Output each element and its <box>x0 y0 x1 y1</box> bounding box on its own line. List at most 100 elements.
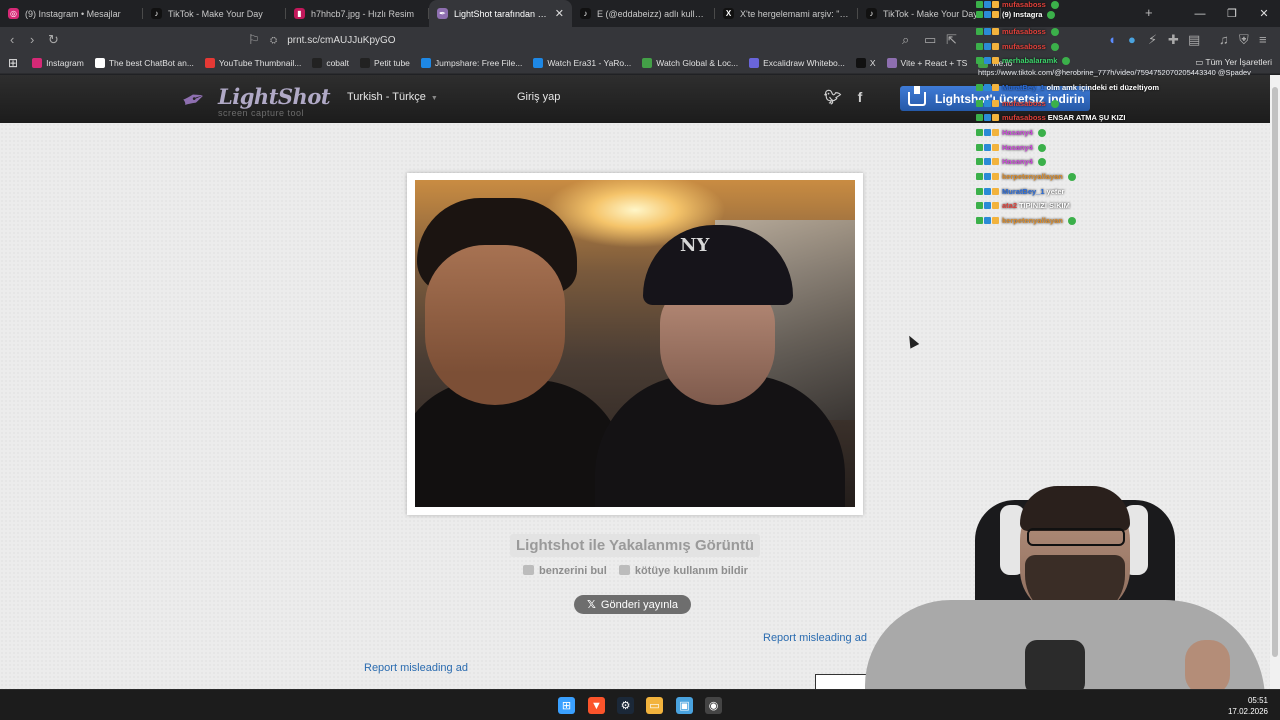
chat-badge-icon <box>976 217 983 224</box>
bookmark-item[interactable]: Petit tube <box>360 58 410 68</box>
login-link[interactable]: Giriş yap <box>517 91 560 103</box>
mouse-cursor-icon <box>904 333 920 349</box>
windows-taskbar: 05:51 17.02.2026 ⊞ ▼ ⚙ ▭ ▣ ◉ <box>0 689 1280 720</box>
camera-icon <box>523 565 534 575</box>
chat-badge-icon <box>992 188 999 195</box>
facebook-icon[interactable]: f <box>858 89 863 105</box>
bookmark-item[interactable]: Watch Era31 - YaRo... <box>533 58 631 68</box>
tab[interactable]: ♪ TikTok - Make Your Day <box>143 0 286 27</box>
bookmark-item[interactable]: Instagram <box>32 58 84 68</box>
bookmark-item[interactable]: YouTube Thumbnail... <box>204 58 301 68</box>
forward-icon[interactable]: › <box>30 32 34 47</box>
screenshot-frame: NY <box>407 173 863 515</box>
cast-icon[interactable]: ▭ <box>924 32 936 48</box>
chat-emote-icon <box>1050 42 1059 51</box>
bookmark-item[interactable]: Watch Global & Loc... <box>642 58 738 68</box>
tab[interactable]: ▮ h7hhcb7.jpg - Hızlı Resim <box>286 0 429 27</box>
address-bar[interactable]: ⛭ prnt.sc/cmAUJJuKpyGO <box>270 30 970 50</box>
chat-badge-icon <box>984 57 991 64</box>
tab-title: h7hhcb7.jpg - Hızlı Resim <box>311 8 415 19</box>
report-ad-link[interactable]: Report misleading ad <box>763 632 867 644</box>
chat-text: ENSAR ATMA ŞU KIZI <box>1047 113 1126 122</box>
chat-message: merhabalaramk <box>976 56 1071 65</box>
bookmark-item[interactable]: Excalidraw Whitebo... <box>749 58 845 68</box>
bookmark-label: cobalt <box>326 58 349 68</box>
tab-favicon-icon: ▮ <box>294 8 305 19</box>
file-explorer-icon[interactable]: ▭ <box>646 697 663 714</box>
chat-badge-icon <box>976 28 983 35</box>
reload-icon[interactable]: ↻ <box>48 32 59 48</box>
language-label: Turkish - Türkçe <box>347 91 426 103</box>
tab-favicon-icon: ✒ <box>437 8 448 19</box>
chat-username: mufasaboss <box>1002 27 1046 36</box>
tab-favicon-icon: ◎ <box>8 8 19 19</box>
system-clock[interactable]: 05:51 17.02.2026 <box>1228 695 1268 717</box>
social-links: 🐦︎ f <box>824 89 874 106</box>
tab[interactable]: ✒ LightShot tarafından Ekran ✕ <box>429 0 572 27</box>
chat-badge-icon <box>992 11 999 18</box>
chat-badge-icon <box>992 43 999 50</box>
chat-username: mufasaboss <box>1002 42 1046 51</box>
share-on-x-button[interactable]: 𝕏 Gönderi yayınla <box>574 595 691 614</box>
report-ad-link[interactable]: Report misleading ad <box>364 662 468 674</box>
chat-message: ata2 TIPINIZI SIKIM <box>976 201 1070 210</box>
stream-chat-overlay: mufasaboss (9) Instagra mufasaboss mufasabo… <box>976 0 1276 230</box>
chat-username: merhabalaramk <box>1002 56 1058 65</box>
app-icon[interactable]: ◉ <box>705 697 722 714</box>
caption-actions: benzerini bul kötüye kullanım bildir <box>523 565 748 577</box>
zoom-icon[interactable]: ⌕ <box>902 32 909 48</box>
bookmark-label: Petit tube <box>374 58 410 68</box>
screenshot-image[interactable]: NY <box>415 180 855 507</box>
chat-badge-icon <box>992 129 999 136</box>
chat-username: mufasaboss <box>1002 113 1046 122</box>
chat-message: mufasaboss ENSAR ATMA ŞU KIZI <box>976 113 1125 122</box>
chat-username: Hasany4 <box>1002 157 1033 166</box>
share-icon[interactable]: ⇱ <box>946 32 957 48</box>
site-info-icon[interactable]: ⛭ <box>270 35 277 46</box>
bookmark-label: The best ChatBot an... <box>108 58 194 68</box>
lightshot-logo[interactable]: ✒ LightShot screen capture tool <box>177 81 330 119</box>
chat-message: Hasany4 <box>976 143 1046 152</box>
bookmark-item[interactable]: The best ChatBot an... <box>94 58 194 68</box>
chat-message: Hasany4 <box>976 157 1046 166</box>
tab-close-icon[interactable]: ✕ <box>551 7 564 20</box>
back-icon[interactable]: ‹ <box>10 32 14 47</box>
chat-badge-icon <box>976 100 983 107</box>
find-similar-link[interactable]: benzerini bul <box>523 565 607 577</box>
report-abuse-link[interactable]: kötüye kullanım bildir <box>618 565 748 577</box>
language-select[interactable]: Turkish - Türkçe ▼ <box>347 91 438 103</box>
brave-browser-icon[interactable]: ▼ <box>588 697 605 714</box>
clock-time: 05:51 <box>1247 696 1268 705</box>
twitter-icon[interactable]: 🐦︎ <box>824 89 842 105</box>
windows-start-icon[interactable]: ⊞ <box>558 697 575 714</box>
chat-badge-icon <box>984 158 991 165</box>
bookmark-favicon-icon <box>533 58 544 68</box>
chat-badge-icon <box>984 217 991 224</box>
bookmark-favicon-icon <box>642 58 653 68</box>
chat-badge-icon <box>984 188 991 195</box>
steam-icon[interactable]: ⚙ <box>617 697 634 714</box>
chat-message: kerpetenyallayan <box>976 216 1076 225</box>
bookmark-item[interactable]: Jumpshare: Free File... <box>420 58 522 68</box>
tab[interactable]: ♪ E (@eddabeizz) adlı kullanıcı <box>572 0 715 27</box>
tab-favicon-icon: ♪ <box>151 8 162 19</box>
chat-badge-icon <box>992 100 999 107</box>
bookmark-favicon-icon <box>886 58 897 68</box>
chat-badge-icon <box>976 129 983 136</box>
bookmark-label: Vite + React + TS <box>900 58 968 68</box>
bookmark-item[interactable]: Vite + React + TS <box>886 58 968 68</box>
chat-username: Hasany4 <box>1002 143 1033 152</box>
photos-icon[interactable]: ▣ <box>676 697 693 714</box>
bookmark-item[interactable]: cobalt <box>312 58 349 68</box>
bookmark-label: Watch Era31 - YaRo... <box>547 58 632 68</box>
bookmark-item[interactable]: X <box>855 58 876 68</box>
bookmark-icon[interactable]: ⚐ <box>248 32 260 48</box>
tab[interactable]: ◎ (9) Instagram • Mesajlar <box>0 0 143 27</box>
apps-icon[interactable]: ⊞ <box>8 56 18 70</box>
bookmark-favicon-icon <box>855 58 866 68</box>
tab[interactable]: X X'te hergelemami arşiv: "yakup <box>715 0 858 27</box>
chat-emote-icon <box>1067 172 1076 181</box>
chat-message: mufasaboss <box>976 99 1059 108</box>
chat-badge-icon <box>976 84 983 91</box>
chat-badge-icon <box>984 100 991 107</box>
